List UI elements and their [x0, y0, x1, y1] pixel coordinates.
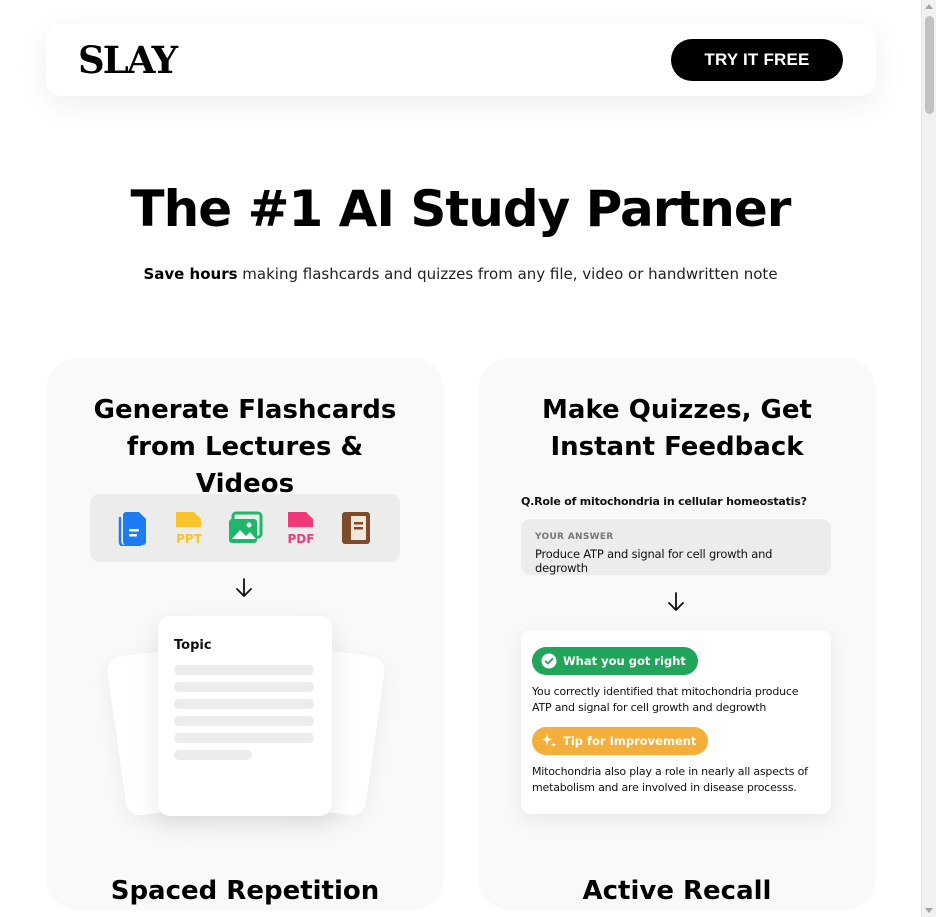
scroll-down-arrow-icon[interactable]	[925, 908, 933, 913]
check-circle-icon	[541, 653, 557, 669]
image-icon	[227, 509, 263, 547]
quiz-question: Q.Role of mitochondria in cellular homeo…	[521, 495, 807, 508]
tip-for-improvement-label: Tip for Improvement	[563, 734, 697, 748]
placeholder-line	[174, 699, 314, 709]
flashcards-card-title: Generate Flashcards from Lectures & Vide…	[93, 395, 397, 499]
placeholder-line	[174, 733, 314, 743]
what-you-got-right-label: What you got right	[563, 654, 686, 668]
arrow-down-icon	[666, 591, 686, 619]
hero-subtitle: Save hours making flashcards and quizzes…	[0, 265, 921, 283]
tip-for-improvement-badge: Tip for Improvement	[532, 727, 709, 755]
your-answer-value: Produce ATP and signal for cell growth a…	[535, 547, 773, 575]
placeholder-line	[174, 750, 252, 760]
placeholder-line	[174, 665, 314, 675]
placeholder-line	[174, 682, 314, 692]
notebook-icon	[338, 509, 374, 547]
top-navbar: SLAY TRY IT FREE	[46, 24, 876, 96]
hero-subtitle-bold: Save hours	[143, 265, 238, 283]
svg-text:PPT: PPT	[177, 532, 204, 546]
flashcard-front: Topic	[158, 616, 332, 816]
pdf-icon: PDF	[283, 509, 319, 547]
tip-for-improvement-text: Mitochondria also play a role in nearly …	[532, 765, 808, 794]
scroll-up-arrow-icon[interactable]	[925, 4, 933, 9]
what-you-got-right-text: You correctly identified that mitochondr…	[532, 685, 799, 714]
svg-text:PDF: PDF	[287, 532, 314, 546]
scrollbar[interactable]	[921, 0, 936, 917]
quiz-feature-card: Make Quizzes, Get Instant Feedback Q.Rol…	[478, 358, 876, 910]
flashcards-feature-card: Generate Flashcards from Lectures & Vide…	[46, 358, 444, 910]
arrow-down-icon	[234, 577, 254, 605]
flashcard-topic-title: Topic	[174, 638, 212, 653]
quiz-card-title: Make Quizzes, Get Instant Feedback	[542, 395, 812, 462]
sparkle-icon	[541, 733, 557, 749]
logo[interactable]: SLAY	[78, 38, 178, 82]
feedback-panel: What you got right You correctly identif…	[521, 630, 831, 814]
try-it-free-button[interactable]: TRY IT FREE	[671, 39, 843, 81]
what-you-got-right-badge: What you got right	[532, 647, 698, 675]
file-types-bar: PPT PDF	[90, 494, 400, 562]
flashcard-stack: Topic	[105, 616, 387, 826]
doc-icon	[116, 509, 152, 547]
your-answer-label: YOUR ANSWER	[535, 532, 614, 542]
your-answer-box: YOUR ANSWER Produce ATP and signal for c…	[521, 519, 831, 575]
ppt-icon: PPT	[171, 509, 207, 547]
hero-subtitle-rest: making flashcards and quizzes from any f…	[237, 265, 778, 283]
placeholder-line	[174, 716, 314, 726]
spaced-repetition-heading: Spaced Repetition	[110, 876, 380, 906]
hero-title: The #1 AI Study Partner	[130, 180, 792, 238]
active-recall-heading: Active Recall	[582, 876, 772, 906]
scrollbar-thumb[interactable]	[925, 16, 934, 114]
